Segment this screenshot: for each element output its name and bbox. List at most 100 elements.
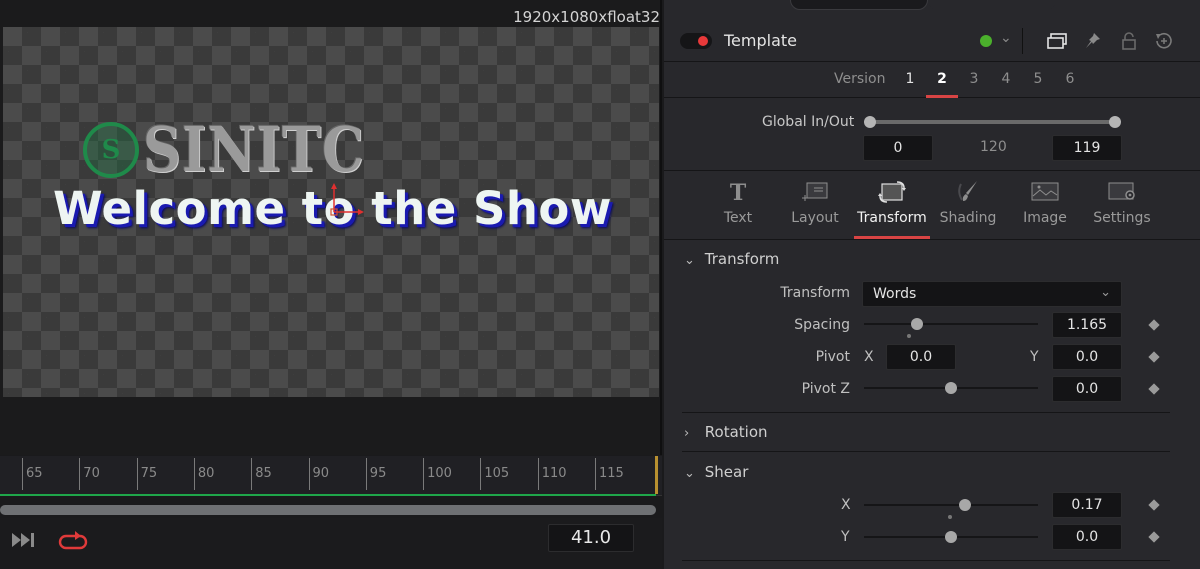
loop-icon[interactable] xyxy=(58,528,88,554)
spacing-slider-handle[interactable] xyxy=(911,318,923,330)
chevron-right-icon: › xyxy=(684,426,690,441)
transform-gizmo[interactable] xyxy=(328,182,368,222)
tab-tools[interactable]: Tools xyxy=(790,0,928,10)
image-icon xyxy=(1031,182,1059,201)
gizmo-y-arrow xyxy=(331,183,337,189)
shear-y-slider-handle[interactable] xyxy=(945,531,957,543)
watermark-text: SINITC xyxy=(143,113,365,186)
rotation-section-header[interactable]: › Rotation xyxy=(684,423,768,441)
spacing-default-marker xyxy=(907,334,911,338)
version-1[interactable]: 1 xyxy=(902,71,918,87)
chevron-down-icon[interactable]: ⌄ xyxy=(1000,30,1012,46)
transport-controls: 41.0 xyxy=(0,518,662,569)
active-tab-indicator xyxy=(854,236,930,239)
gizmo-x-arrow xyxy=(358,209,364,215)
tab-text[interactable]: T Text xyxy=(700,180,776,238)
shear-x-slider[interactable] xyxy=(864,504,1038,506)
global-in-handle[interactable] xyxy=(864,116,876,128)
global-out-handle[interactable] xyxy=(1109,116,1121,128)
timeline-tick: 90 xyxy=(308,458,329,490)
pivot-z-slider-handle[interactable] xyxy=(945,382,957,394)
tab-shading[interactable]: Shading xyxy=(930,180,1006,238)
timeline-ruler[interactable]: 65 70 75 80 85 90 95 100 105 110 115 xyxy=(0,456,662,496)
text-icon: T xyxy=(730,180,747,204)
svg-text:T: T xyxy=(730,180,747,204)
node-color-swatch[interactable] xyxy=(980,35,992,47)
rotation-section-title: Rotation xyxy=(704,423,768,441)
global-duration: 120 xyxy=(980,139,1007,155)
tab-layout[interactable]: Layout xyxy=(777,180,853,238)
active-version-indicator xyxy=(926,95,958,98)
timeline-tick: 65 xyxy=(22,458,43,490)
version-6[interactable]: 6 xyxy=(1062,71,1078,87)
pivot-z-field[interactable]: 0.0 xyxy=(1052,376,1122,402)
version-4[interactable]: 4 xyxy=(998,71,1014,87)
timeline-tick: 70 xyxy=(79,458,100,490)
spacing-keyframe-icon[interactable] xyxy=(1148,319,1160,331)
transform-section-header[interactable]: ⌄ Transform xyxy=(684,250,779,268)
viewer-canvas[interactable]: S SINITC Welcome to the Show xyxy=(3,27,659,397)
transform-section-title: Transform xyxy=(704,250,780,268)
timeline-tick: 100 xyxy=(423,458,452,490)
version-5[interactable]: 5 xyxy=(1030,71,1046,87)
tab-image-label: Image xyxy=(1023,210,1067,226)
end-marker[interactable] xyxy=(655,456,658,494)
shear-x-keyframe-icon[interactable] xyxy=(1148,499,1160,511)
tab-settings[interactable]: Settings xyxy=(1084,180,1160,238)
global-in-out-range[interactable] xyxy=(870,120,1116,124)
shear-y-keyframe-icon[interactable] xyxy=(1148,531,1160,543)
shear-section-header[interactable]: ⌄ Shear xyxy=(684,463,748,481)
version-3[interactable]: 3 xyxy=(966,71,982,87)
node-enable-toggle[interactable] xyxy=(680,33,712,49)
inspector-panel: Tools Modifiers Template ⌄ xyxy=(664,0,1200,569)
pivot-keyframe-icon[interactable] xyxy=(1148,351,1160,363)
tool-tabs: T Text Layout Transform Shading Image Se… xyxy=(664,172,1200,240)
pivot-y-field[interactable]: 0.0 xyxy=(1052,344,1122,370)
go-to-end-icon[interactable] xyxy=(10,530,38,550)
timeline-tick: 95 xyxy=(365,458,386,490)
transform-icon xyxy=(878,181,906,203)
timeline-scrollbar[interactable] xyxy=(0,505,656,515)
tab-image[interactable]: Image xyxy=(1007,180,1083,238)
shear-x-field[interactable]: 0.17 xyxy=(1052,492,1122,518)
version-2[interactable]: 2 xyxy=(934,71,950,87)
section-divider xyxy=(682,451,1170,452)
layout-icon xyxy=(802,182,828,201)
node-name: Template xyxy=(724,31,798,50)
node-header: Template ⌄ xyxy=(664,22,1200,62)
spacing-field[interactable]: 1.165 xyxy=(1052,312,1122,338)
chevron-down-icon: ⌄ xyxy=(684,466,695,481)
pivot-z-keyframe-icon[interactable] xyxy=(1148,383,1160,395)
transform-mode-dropdown[interactable]: Words ⌄ xyxy=(862,281,1122,307)
inspector-top-tabs: Tools Modifiers xyxy=(790,0,1180,10)
timeline-tick: 85 xyxy=(251,458,272,490)
viewer-panel: 1920x1080xfloat32 S SINITC Welcome to th… xyxy=(0,0,662,455)
pivot-x-field[interactable]: 0.0 xyxy=(886,344,956,370)
lock-icon[interactable] xyxy=(1118,31,1140,51)
global-in-out-label: Global In/Out xyxy=(762,114,855,130)
shear-x-label: X xyxy=(841,497,851,513)
reset-icon[interactable] xyxy=(1152,31,1174,51)
current-frame-field[interactable]: 41.0 xyxy=(548,524,634,552)
brush-icon xyxy=(958,181,977,201)
tab-transform[interactable]: Transform xyxy=(854,180,930,238)
chevron-down-icon: ⌄ xyxy=(684,253,695,268)
watermark-badge: S xyxy=(83,121,139,178)
chevron-down-icon: ⌄ xyxy=(1100,285,1111,300)
section-divider xyxy=(682,560,1170,561)
pivot-x-label: X xyxy=(864,349,874,365)
shear-x-slider-handle[interactable] xyxy=(959,499,971,511)
pin-icon[interactable] xyxy=(1082,31,1104,51)
tab-modifiers[interactable]: Modifiers xyxy=(928,0,1056,10)
tab-text-label: Text xyxy=(723,210,753,226)
header-divider xyxy=(1022,28,1023,54)
transform-mode-label: Transform xyxy=(780,285,850,301)
spacing-slider[interactable] xyxy=(864,323,1038,325)
versions-icon[interactable] xyxy=(1046,31,1068,51)
global-out-field[interactable]: 119 xyxy=(1052,135,1122,161)
pivot-y-label: Y xyxy=(1030,349,1039,365)
global-in-field[interactable]: 0 xyxy=(863,135,933,161)
pivot-z-label: Pivot Z xyxy=(801,381,850,397)
pivot-label: Pivot xyxy=(815,349,850,365)
shear-y-field[interactable]: 0.0 xyxy=(1052,524,1122,550)
